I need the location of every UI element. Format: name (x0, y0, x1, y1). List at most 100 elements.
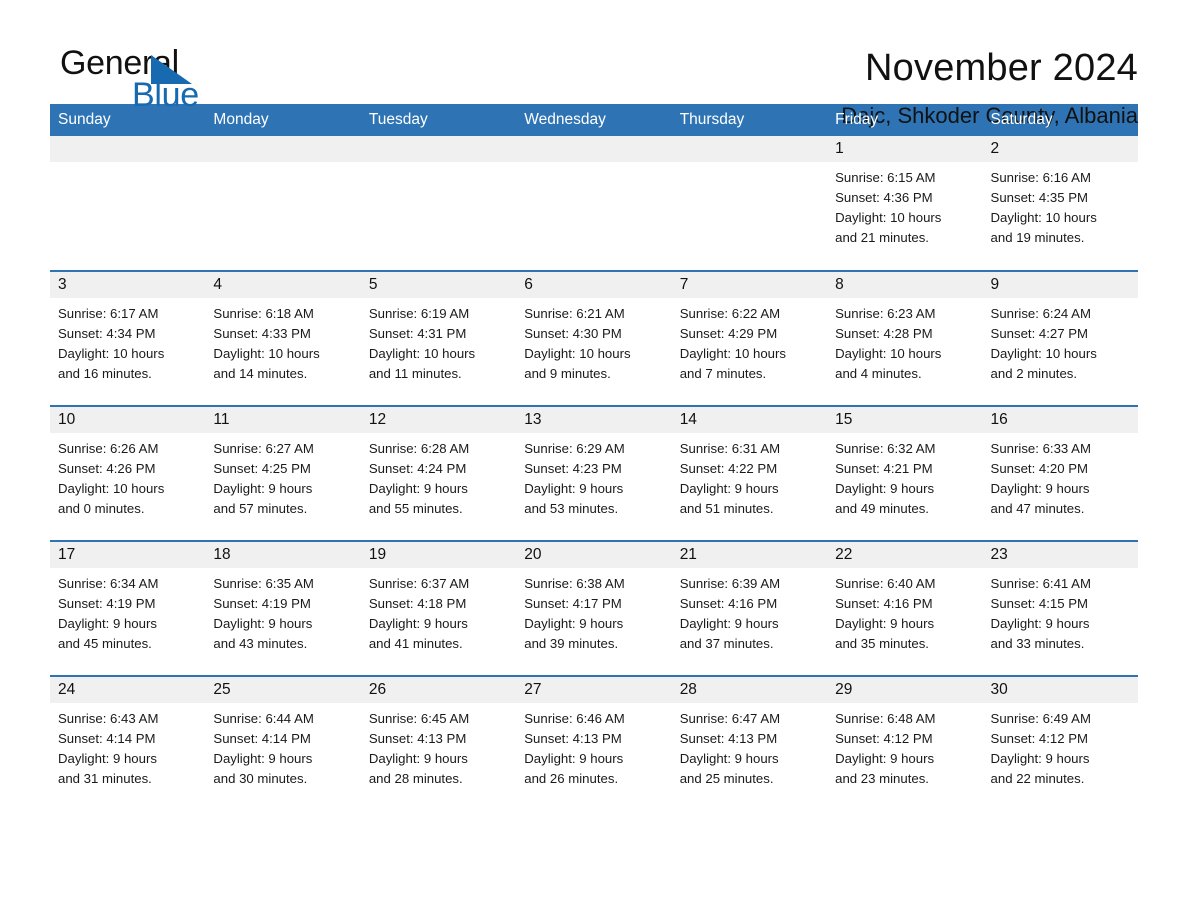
sunset-text: Sunset: 4:17 PM (524, 596, 622, 611)
daylight-text-line1: Daylight: 10 hours (58, 481, 165, 496)
day-number: 19 (360, 542, 517, 568)
daylight-text-line2: and 35 minutes. (835, 636, 929, 651)
day-cell[interactable]: 23 Sunrise: 6:41 AM Sunset: 4:15 PM Dayl… (982, 540, 1138, 676)
day-cell[interactable]: 8 Sunrise: 6:23 AM Sunset: 4:28 PM Dayli… (827, 270, 983, 406)
daylight-text-line2: and 51 minutes. (679, 501, 774, 516)
day-number (205, 136, 361, 162)
day-cell[interactable]: 20 Sunrise: 6:38 AM Sunset: 4:17 PM Dayl… (516, 540, 672, 676)
day-cell[interactable]: 9 Sunrise: 6:24 AM Sunset: 4:27 PM Dayli… (982, 270, 1138, 406)
daylight-text-line2: and 28 minutes. (368, 771, 463, 786)
day-number: 25 (205, 677, 361, 703)
day-details: Sunrise: 6:40 AM Sunset: 4:16 PM Dayligh… (827, 568, 982, 654)
page-masthead: General Blue November 2024 Dajc, Shkoder… (50, 0, 1138, 127)
day-details: Sunrise: 6:22 AM Sunset: 4:29 PM Dayligh… (672, 298, 827, 384)
day-number: 4 (205, 272, 361, 298)
day-cell[interactable] (50, 136, 206, 271)
daylight-text-line1: Daylight: 9 hours (58, 751, 157, 766)
daylight-text-line1: Daylight: 9 hours (213, 481, 313, 496)
sunset-text: Sunset: 4:36 PM (835, 190, 933, 205)
day-cell[interactable]: 2 Sunrise: 6:16 AM Sunset: 4:35 PM Dayli… (982, 136, 1138, 271)
daylight-text-line1: Daylight: 9 hours (58, 616, 157, 631)
day-cell[interactable] (360, 136, 517, 271)
day-cell[interactable]: 15 Sunrise: 6:32 AM Sunset: 4:21 PM Dayl… (827, 405, 983, 541)
calendar-page: General Blue November 2024 Dajc, Shkoder… (0, 0, 1188, 918)
day-number (671, 136, 828, 162)
daylight-text-line2: and 41 minutes. (368, 636, 463, 651)
day-cell[interactable]: 11 Sunrise: 6:27 AM Sunset: 4:25 PM Dayl… (205, 405, 361, 541)
sunset-text: Sunset: 4:21 PM (835, 461, 933, 476)
day-cell[interactable]: 25 Sunrise: 6:44 AM Sunset: 4:14 PM Dayl… (205, 675, 361, 811)
day-cell[interactable]: 12 Sunrise: 6:28 AM Sunset: 4:24 PM Dayl… (360, 405, 517, 541)
week-row: 24 Sunrise: 6:43 AM Sunset: 4:14 PM Dayl… (50, 675, 1138, 811)
day-cell[interactable]: 17 Sunrise: 6:34 AM Sunset: 4:19 PM Dayl… (50, 540, 206, 676)
day-details: Sunrise: 6:28 AM Sunset: 4:24 PM Dayligh… (361, 433, 516, 519)
day-cell[interactable]: 3 Sunrise: 6:17 AM Sunset: 4:34 PM Dayli… (50, 270, 206, 406)
day-details: Sunrise: 6:23 AM Sunset: 4:28 PM Dayligh… (827, 298, 982, 384)
day-cell[interactable]: 16 Sunrise: 6:33 AM Sunset: 4:20 PM Dayl… (982, 405, 1138, 541)
day-cell[interactable]: 1 Sunrise: 6:15 AM Sunset: 4:36 PM Dayli… (827, 136, 983, 271)
day-cell[interactable] (516, 136, 672, 271)
day-cell[interactable] (205, 136, 361, 271)
daylight-text-line1: Daylight: 9 hours (368, 751, 468, 766)
day-cell[interactable]: 29 Sunrise: 6:48 AM Sunset: 4:12 PM Dayl… (827, 675, 983, 811)
day-cell[interactable]: 27 Sunrise: 6:46 AM Sunset: 4:13 PM Dayl… (516, 675, 672, 811)
day-cell[interactable]: 18 Sunrise: 6:35 AM Sunset: 4:19 PM Dayl… (205, 540, 361, 676)
daylight-text-line1: Daylight: 9 hours (213, 616, 313, 631)
day-cell[interactable]: 7 Sunrise: 6:22 AM Sunset: 4:29 PM Dayli… (671, 270, 828, 406)
day-number: 20 (516, 542, 672, 568)
sunset-text: Sunset: 4:31 PM (368, 326, 467, 341)
sunset-text: Sunset: 4:20 PM (990, 461, 1089, 476)
daylight-text-line1: Daylight: 9 hours (524, 481, 624, 496)
sunset-text: Sunset: 4:24 PM (368, 461, 467, 476)
day-details: Sunrise: 6:15 AM Sunset: 4:36 PM Dayligh… (827, 162, 982, 248)
day-number: 9 (982, 272, 1138, 298)
day-cell[interactable]: 28 Sunrise: 6:47 AM Sunset: 4:13 PM Dayl… (671, 675, 828, 811)
day-cell[interactable]: 21 Sunrise: 6:39 AM Sunset: 4:16 PM Dayl… (671, 540, 828, 676)
daylight-text-line2: and 45 minutes. (58, 636, 152, 651)
day-cell[interactable]: 6 Sunrise: 6:21 AM Sunset: 4:30 PM Dayli… (516, 270, 672, 406)
day-cell[interactable] (671, 136, 828, 271)
day-cell[interactable]: 10 Sunrise: 6:26 AM Sunset: 4:26 PM Dayl… (50, 405, 206, 541)
sunrise-text: Sunrise: 6:24 AM (990, 306, 1091, 321)
day-details: Sunrise: 6:21 AM Sunset: 4:30 PM Dayligh… (516, 298, 671, 384)
daylight-text-line1: Daylight: 9 hours (368, 616, 468, 631)
day-cell[interactable]: 14 Sunrise: 6:31 AM Sunset: 4:22 PM Dayl… (671, 405, 828, 541)
sunset-text: Sunset: 4:13 PM (368, 731, 467, 746)
week-row: 1 Sunrise: 6:15 AM Sunset: 4:36 PM Dayli… (50, 136, 1138, 271)
sunset-text: Sunset: 4:27 PM (990, 326, 1089, 341)
generalblue-logo[interactable]: General Blue (50, 46, 250, 120)
day-cell[interactable]: 4 Sunrise: 6:18 AM Sunset: 4:33 PM Dayli… (205, 270, 361, 406)
day-details: Sunrise: 6:17 AM Sunset: 4:34 PM Dayligh… (50, 298, 205, 384)
daylight-text-line1: Daylight: 10 hours (524, 346, 631, 361)
sunrise-text: Sunrise: 6:21 AM (524, 306, 625, 321)
day-cell[interactable]: 13 Sunrise: 6:29 AM Sunset: 4:23 PM Dayl… (516, 405, 672, 541)
day-cell[interactable]: 22 Sunrise: 6:40 AM Sunset: 4:16 PM Dayl… (827, 540, 983, 676)
day-details: Sunrise: 6:37 AM Sunset: 4:18 PM Dayligh… (361, 568, 516, 654)
day-cell[interactable]: 24 Sunrise: 6:43 AM Sunset: 4:14 PM Dayl… (50, 675, 206, 811)
daylight-text-line2: and 53 minutes. (524, 501, 619, 516)
weekday-header-thursday: Thursday (671, 104, 828, 136)
sunrise-text: Sunrise: 6:32 AM (835, 441, 936, 456)
day-number: 24 (50, 677, 206, 703)
day-details: Sunrise: 6:44 AM Sunset: 4:14 PM Dayligh… (205, 703, 360, 789)
day-details: Sunrise: 6:47 AM Sunset: 4:13 PM Dayligh… (672, 703, 827, 789)
sunset-text: Sunset: 4:13 PM (524, 731, 622, 746)
daylight-text-line2: and 4 minutes. (835, 366, 922, 381)
sunrise-text: Sunrise: 6:43 AM (58, 711, 159, 726)
daylight-text-line1: Daylight: 10 hours (213, 346, 320, 361)
page-title: November 2024 (865, 47, 1138, 89)
day-cell[interactable]: 5 Sunrise: 6:19 AM Sunset: 4:31 PM Dayli… (360, 270, 517, 406)
daylight-text-line2: and 57 minutes. (213, 501, 308, 516)
sunset-text: Sunset: 4:25 PM (213, 461, 311, 476)
sunset-text: Sunset: 4:19 PM (58, 596, 156, 611)
day-details: Sunrise: 6:31 AM Sunset: 4:22 PM Dayligh… (672, 433, 827, 519)
day-details: Sunrise: 6:39 AM Sunset: 4:16 PM Dayligh… (672, 568, 827, 654)
day-cell[interactable]: 19 Sunrise: 6:37 AM Sunset: 4:18 PM Dayl… (360, 540, 517, 676)
sunset-text: Sunset: 4:30 PM (524, 326, 622, 341)
week-row: 10 Sunrise: 6:26 AM Sunset: 4:26 PM Dayl… (50, 405, 1138, 541)
day-cell[interactable]: 30 Sunrise: 6:49 AM Sunset: 4:12 PM Dayl… (982, 675, 1138, 811)
day-cell[interactable]: 26 Sunrise: 6:45 AM Sunset: 4:13 PM Dayl… (360, 675, 517, 811)
day-number: 10 (50, 407, 206, 433)
sunset-text: Sunset: 4:28 PM (835, 326, 933, 341)
day-number: 26 (360, 677, 517, 703)
